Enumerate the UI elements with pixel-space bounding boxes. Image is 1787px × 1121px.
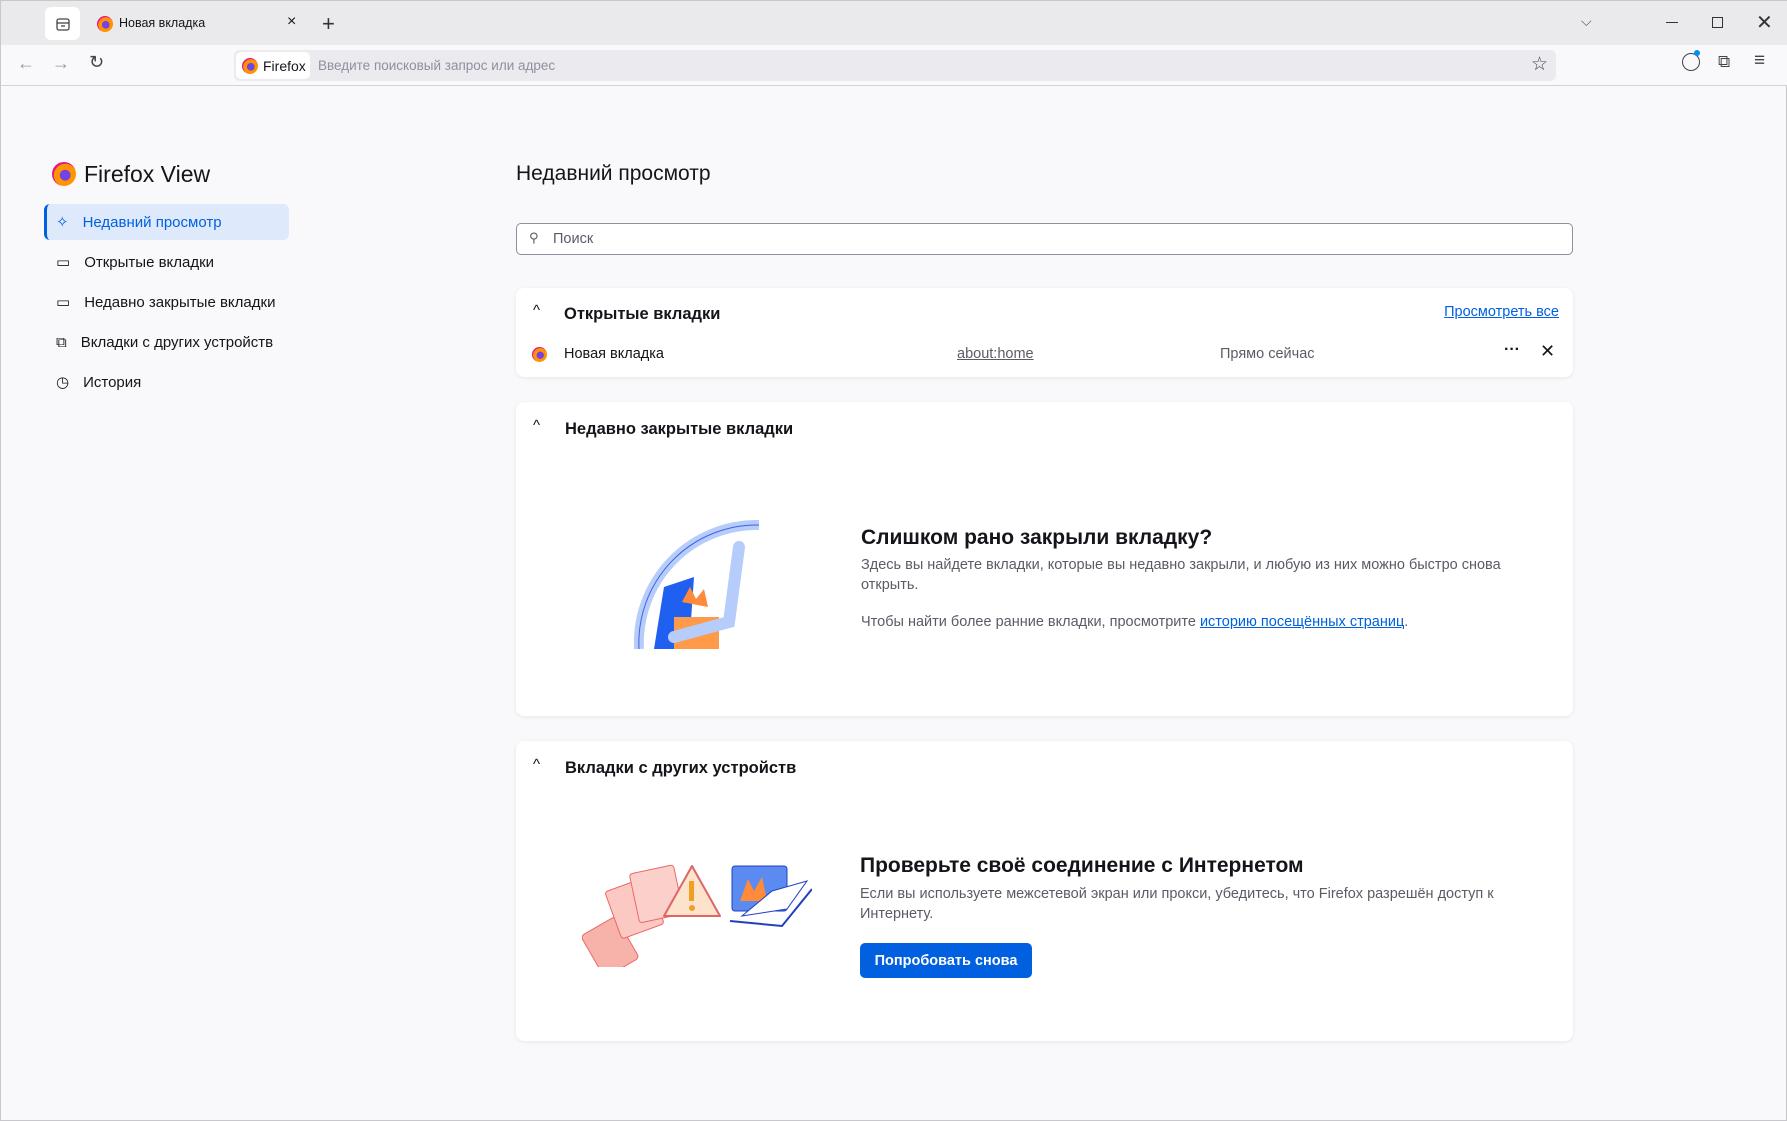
- card-header: Вкладки с других устройств: [565, 759, 797, 777]
- empty-state-history-text: Чтобы найти более ранние вкладки, просмо…: [861, 612, 1408, 632]
- collapse-chevron-icon[interactable]: ^: [533, 417, 540, 434]
- synced-tabs-card: ^ Вкладки с других устройств Проверьте с…: [516, 741, 1573, 1041]
- history-link[interactable]: историю посещённых страниц: [1200, 614, 1404, 630]
- maximize-button[interactable]: [1712, 17, 1723, 28]
- search-input[interactable]: ⚲ Поиск: [516, 223, 1573, 255]
- extensions-icon[interactable]: ⧉: [1718, 52, 1730, 72]
- firefox-icon: [532, 347, 547, 362]
- sidebar-item-label: Открытые вкладки: [84, 253, 215, 271]
- try-again-button[interactable]: Попробовать снова: [860, 943, 1032, 978]
- empty-state-description: Здесь вы найдете вкладки, которые вы нед…: [861, 557, 1501, 593]
- recently-closed-card: ^ Недавно закрытые вкладки Слишком рано …: [516, 402, 1573, 716]
- history-prefix: Чтобы найти более ранние вкладки, просмо…: [861, 614, 1200, 630]
- url-placeholder: Введите поисковый запрос или адрес: [318, 58, 556, 73]
- new-tab-button[interactable]: +: [322, 11, 335, 37]
- account-icon[interactable]: [1682, 50, 1700, 71]
- bookmark-star-icon[interactable]: ☆: [1531, 53, 1548, 76]
- identity-label: Firefox: [263, 58, 306, 74]
- empty-state-description: Если вы используете межсетевой экран или…: [860, 886, 1494, 922]
- forward-button[interactable]: →: [52, 53, 70, 74]
- firefox-icon: [242, 58, 258, 74]
- table-row[interactable]: Новая вкладка about:home Прямо сейчас ··…: [516, 338, 1573, 372]
- history-suffix: .: [1404, 614, 1409, 630]
- clock-icon: ◷: [56, 374, 70, 391]
- menu-icon[interactable]: ≡: [1754, 50, 1765, 72]
- synced-tabs-icon: ⧉: [56, 333, 67, 351]
- sparkle-icon: ✧: [56, 214, 69, 231]
- sidebar-item-recently-closed[interactable]: ▭ Недавно закрытые вкладки: [44, 284, 289, 320]
- close-tab-icon[interactable]: ✕: [1540, 341, 1555, 362]
- firefox-logo: [52, 162, 76, 186]
- sidebar-item-label: Вкладки с других устройств: [80, 333, 274, 351]
- connection-error-illustration: [582, 864, 812, 967]
- minimize-button[interactable]: [1666, 22, 1678, 23]
- sidebar-item-history[interactable]: ◷ История: [44, 364, 289, 400]
- sidebar-item-label: История: [83, 373, 142, 391]
- firefox-view-button[interactable]: [45, 7, 80, 40]
- collapse-chevron-icon[interactable]: ^: [533, 756, 540, 773]
- closed-tab-icon: ▭: [56, 294, 71, 311]
- reload-button[interactable]: ↻: [89, 52, 104, 73]
- collapse-chevron-icon[interactable]: ^: [533, 302, 540, 319]
- empty-state-title: Проверьте своё соединение с Интернетом: [860, 854, 1304, 877]
- sidebar-title: Firefox View: [84, 161, 211, 187]
- card-header: Недавно закрытые вкладки: [565, 420, 794, 438]
- firefox-icon: [97, 16, 113, 32]
- page-title: Недавний просмотр: [516, 162, 711, 185]
- close-window-button[interactable]: ✕: [1756, 10, 1773, 35]
- url-bar[interactable]: Firefox Введите поисковый запрос или адр…: [234, 50, 1556, 81]
- card-header: Открытые вкладки: [564, 305, 721, 323]
- identity-box[interactable]: Firefox: [236, 52, 310, 79]
- open-tabs-card: ^ Открытые вкладки Просмотреть все Новая…: [516, 288, 1573, 377]
- search-placeholder: Поиск: [553, 231, 594, 247]
- search-icon: ⚲: [529, 230, 539, 245]
- tab-new-tab[interactable]: Новая вкладка ×: [87, 5, 309, 42]
- view-all-link[interactable]: Просмотреть все: [1444, 304, 1559, 320]
- tab-time: Прямо сейчас: [1220, 346, 1315, 362]
- sidebar-item-label: Недавний просмотр: [82, 213, 222, 231]
- sidebar-item-label: Недавно закрытые вкладки: [84, 293, 276, 311]
- list-tabs-chevron-icon[interactable]: ⌵: [1581, 13, 1592, 30]
- more-options-icon[interactable]: ···: [1504, 341, 1520, 359]
- tab-url: about:home: [957, 346, 1034, 362]
- sidebar-item-recent-browsing[interactable]: ✧ Недавний просмотр: [44, 204, 289, 240]
- empty-state-title: Слишком рано закрыли вкладку?: [861, 526, 1213, 549]
- tab-title: Новая вкладка: [564, 346, 664, 362]
- sidebar-item-synced-tabs[interactable]: ⧉ Вкладки с других устройств: [44, 324, 289, 360]
- tab-icon: ▭: [56, 254, 71, 271]
- tab-title: Новая вкладка: [119, 16, 206, 30]
- closed-tabs-illustration: [634, 519, 759, 649]
- close-tab-icon[interactable]: ×: [287, 13, 296, 31]
- firefox-view-icon: [55, 17, 70, 31]
- tab-bar: Новая вкладка × + ⌵ ✕: [1, 1, 1787, 45]
- sidebar-item-open-tabs[interactable]: ▭ Открытые вкладки: [44, 244, 289, 280]
- back-button[interactable]: ←: [17, 53, 35, 74]
